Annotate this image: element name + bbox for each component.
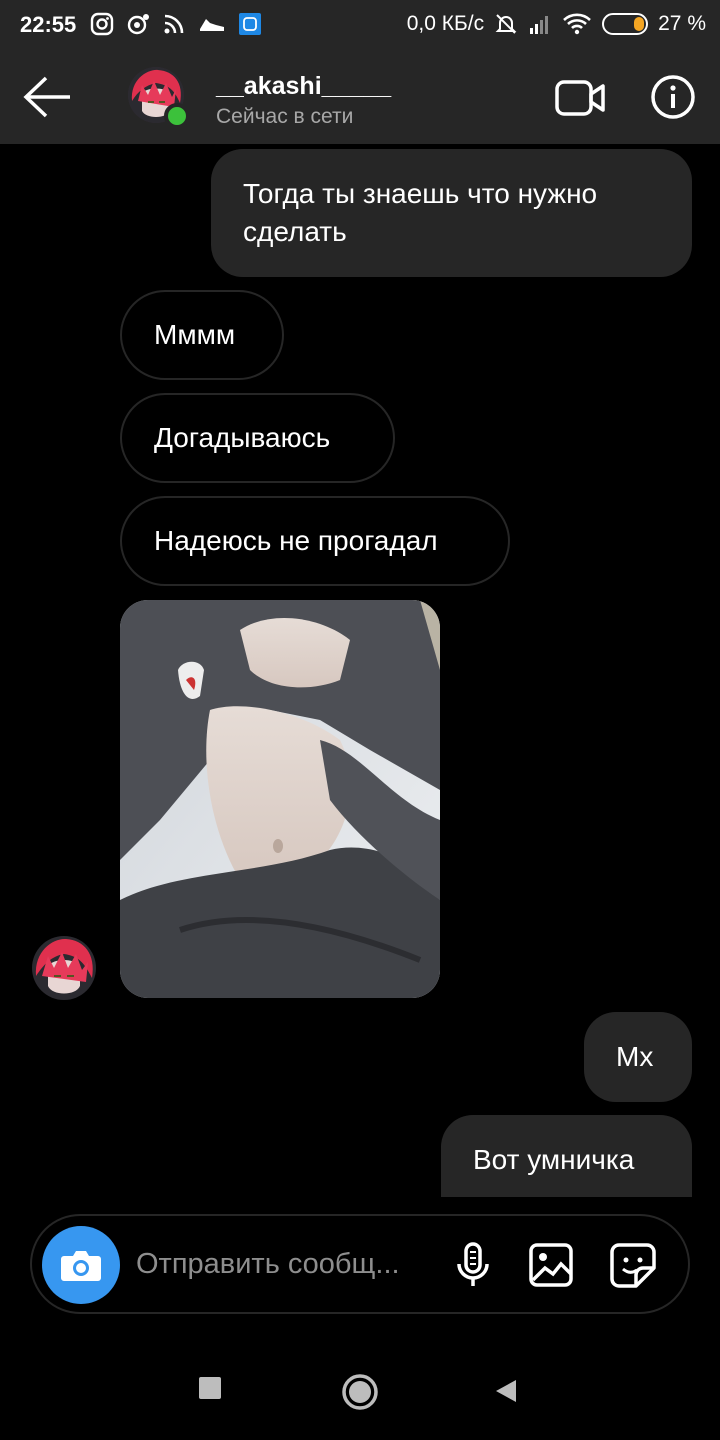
battery-level-fill bbox=[634, 17, 645, 31]
microphone-icon[interactable] bbox=[450, 1242, 496, 1288]
back-triangle-icon[interactable] bbox=[494, 1378, 518, 1404]
home-circle-icon[interactable] bbox=[340, 1372, 380, 1412]
camera-icon bbox=[61, 1251, 101, 1281]
battery-icon bbox=[602, 13, 649, 35]
sender-avatar[interactable] bbox=[32, 936, 96, 1000]
message-text: Тогда ты знаешь что нужно сделать bbox=[243, 178, 598, 247]
message-photo[interactable] bbox=[120, 600, 440, 998]
chat-header: __akashi_____ Сейчас в сети bbox=[0, 52, 720, 144]
battery-percent: 27 % bbox=[658, 12, 706, 35]
wifi-icon bbox=[563, 13, 592, 35]
photo-image bbox=[120, 600, 440, 998]
message-outgoing[interactable]: Вот умничка bbox=[441, 1115, 692, 1197]
message-text: Мх bbox=[616, 1041, 654, 1072]
message-incoming[interactable]: Надеюсь не прогадал bbox=[120, 496, 510, 586]
message-outgoing[interactable]: Мх bbox=[584, 1012, 692, 1102]
anime-avatar-image bbox=[32, 936, 96, 1000]
message-incoming[interactable]: Мммм bbox=[120, 290, 284, 380]
instagram-icon bbox=[90, 12, 114, 36]
online-indicator bbox=[164, 103, 190, 129]
chat-username[interactable]: __akashi_____ bbox=[216, 72, 391, 101]
signal-icon bbox=[530, 16, 549, 34]
notification-icon bbox=[127, 14, 149, 35]
status-bar: 22:55 0,0 КБ/с 27 % bbox=[0, 0, 720, 52]
back-arrow-icon[interactable] bbox=[22, 74, 74, 120]
recents-square-icon[interactable] bbox=[198, 1376, 222, 1400]
system-nav-bar bbox=[0, 1344, 720, 1440]
online-status: Сейчас в сети bbox=[216, 105, 354, 128]
gallery-icon[interactable] bbox=[528, 1242, 574, 1288]
video-call-icon[interactable] bbox=[554, 76, 606, 120]
camera-button[interactable] bbox=[42, 1226, 120, 1304]
info-icon[interactable] bbox=[650, 74, 696, 120]
app-icon bbox=[239, 13, 261, 35]
clock: 22:55 bbox=[20, 12, 77, 37]
rss-icon bbox=[164, 14, 184, 34]
message-text: Вот умничка bbox=[473, 1144, 635, 1175]
shoe-icon bbox=[200, 19, 224, 31]
message-outgoing[interactable]: Тогда ты знаешь что нужно сделать bbox=[211, 149, 692, 277]
sticker-icon[interactable] bbox=[608, 1242, 658, 1288]
message-text: Надеюсь не прогадал bbox=[154, 525, 438, 556]
message-text: Догадываюсь bbox=[154, 422, 331, 453]
message-composer: Отправить сообщ... bbox=[30, 1214, 690, 1314]
message-input[interactable]: Отправить сообщ... bbox=[136, 1248, 426, 1281]
profile-avatar[interactable] bbox=[128, 67, 190, 129]
message-incoming[interactable]: Догадываюсь bbox=[120, 393, 395, 483]
message-text: Мммм bbox=[154, 319, 236, 350]
mute-icon bbox=[495, 14, 517, 34]
network-speed: 0,0 КБ/с bbox=[406, 12, 485, 35]
